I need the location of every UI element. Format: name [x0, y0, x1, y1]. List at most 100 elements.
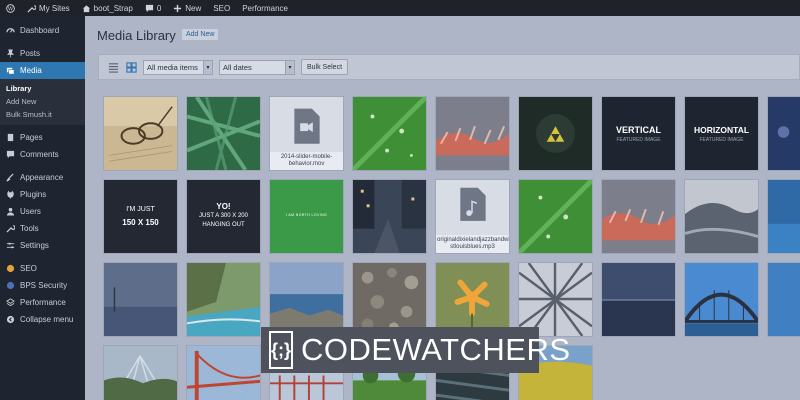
media-tile-golden-gate[interactable]: [186, 345, 261, 400]
sidebar-item-label: Collapse menu: [20, 315, 74, 324]
sidebar-item-label: BPS Security: [20, 281, 68, 290]
media-tile-mov[interactable]: 2014-slider-mobile-behavior.mov: [269, 96, 344, 171]
media-type-filter[interactable]: All media items ▾: [143, 59, 213, 75]
pages-icon: [7, 133, 14, 142]
sidebar-item-dashboard[interactable]: Dashboard: [0, 22, 85, 39]
blue-water-photo: [768, 180, 800, 253]
media-tile-vertical-featured[interactable]: VERTICAL FEATURED IMAGE: [601, 96, 676, 171]
foggy-sea-photo: [104, 263, 177, 336]
seo-menu[interactable]: SEO: [207, 0, 236, 16]
admin-bar: W My Sites boot_Strap 0 New SEO Performa…: [0, 0, 800, 16]
media-tile-harbour-bridge[interactable]: [684, 262, 759, 337]
media-tile-lily[interactable]: [435, 262, 510, 337]
media-tile-mp3[interactable]: originaldixielandjazzbandwithalbernard-s…: [435, 179, 510, 254]
sidebar-item-label: Media: [20, 66, 42, 75]
media-tile-partial-blue[interactable]: [767, 179, 800, 254]
my-sites-label: My Sites: [39, 3, 70, 13]
sidebar-item-label: Appearance: [20, 173, 64, 182]
media-tile-300x200[interactable]: YO! JUST A 300 X 200 HANGING OUT: [186, 179, 261, 254]
sidebar-item-pages[interactable]: Pages: [0, 129, 85, 146]
media-tile-fern[interactable]: [186, 96, 261, 171]
seo-plugin-icon: [6, 264, 15, 273]
home-icon: [82, 4, 90, 12]
add-new-button[interactable]: Add New: [182, 29, 219, 40]
my-sites-menu[interactable]: My Sites: [21, 0, 76, 16]
sidebar-item-label: Dashboard: [20, 26, 60, 35]
harbour-bridge-photo: [685, 263, 758, 336]
media-tile-150x150[interactable]: I'M JUST 150 X 150: [103, 179, 178, 254]
site-name-menu[interactable]: boot_Strap: [76, 0, 139, 16]
list-view-button[interactable]: [107, 61, 119, 73]
just-a-text: JUST A 300 X 200: [199, 213, 248, 219]
date-filter[interactable]: All dates ▾: [219, 59, 295, 75]
media-tile-steel-structure[interactable]: [518, 262, 593, 337]
performance-menu[interactable]: Performance: [236, 0, 294, 16]
media-tile-coral-2[interactable]: [601, 179, 676, 254]
sidebar-item-settings[interactable]: Settings: [0, 237, 85, 254]
sidebar-item-appearance[interactable]: Appearance: [0, 169, 85, 186]
sidebar-item-seo[interactable]: SEO: [0, 260, 85, 277]
sidebar-item-users[interactable]: Users: [0, 203, 85, 220]
file-name: originaldixielandjazzbandwithalbernard-s…: [436, 235, 509, 253]
yo-text: YO!: [216, 202, 231, 211]
media-tile-coral[interactable]: [435, 96, 510, 171]
sidebar-item-label: Pages: [20, 133, 43, 142]
media-tile-rocky-coast[interactable]: [269, 262, 344, 337]
media-tile-dusk-sea[interactable]: [601, 262, 676, 337]
beach-cliff-photo: [187, 263, 260, 336]
media-tile-partial-dark[interactable]: [767, 96, 800, 171]
north-loving-text: I AM NORTH LOVING: [285, 213, 328, 217]
wordpress-logo[interactable]: W: [0, 0, 21, 16]
vertical-title: VERTICAL: [616, 125, 661, 135]
media-tile-leaf-drops[interactable]: [352, 96, 427, 171]
admin-sidebar: Dashboard Posts Media Library Add New Bu…: [0, 16, 85, 400]
shield-icon: [6, 281, 15, 290]
media-tile-forest-sun[interactable]: [103, 345, 178, 400]
forest-photo: [104, 346, 177, 400]
media-tile-pebbles[interactable]: [352, 262, 427, 337]
horizontal-title: HORIZONTAL: [693, 125, 750, 135]
submenu-bulk-smush[interactable]: Bulk Smush.it: [0, 108, 85, 121]
grid-view-button[interactable]: [125, 61, 137, 73]
submenu-library[interactable]: Library: [0, 82, 85, 95]
new-content-menu[interactable]: New: [167, 0, 207, 16]
media-tile-horizontal-featured[interactable]: HORIZONTAL FEATURED IMAGE: [684, 96, 759, 171]
golden-gate-photo: [187, 346, 260, 400]
submenu-add-new[interactable]: Add New: [0, 95, 85, 108]
user-icon: [6, 207, 15, 216]
media-tile-rocks-sea[interactable]: [684, 179, 759, 254]
sidebar-item-bps-security[interactable]: BPS Security: [0, 277, 85, 294]
sidebar-item-label: Performance: [20, 298, 66, 307]
media-tile-green-banner[interactable]: I AM NORTH LOVING: [269, 179, 344, 254]
sidebar-item-performance[interactable]: Performance: [0, 294, 85, 311]
paintbrush-icon: [6, 173, 14, 182]
sidebar-item-tools[interactable]: Tools: [0, 220, 85, 237]
sidebar-item-media[interactable]: Media: [0, 62, 85, 79]
comments-count: 0: [156, 3, 162, 13]
wordpress-icon: W: [6, 3, 15, 13]
bulk-select-button[interactable]: Bulk Select: [301, 59, 349, 75]
pebbles-photo: [353, 263, 426, 336]
horizontal-subtitle: FEATURED IMAGE: [699, 137, 744, 143]
media-tile-city-night[interactable]: [352, 179, 427, 254]
sidebar-item-label: Settings: [20, 241, 49, 250]
media-tile-partial-blue-2[interactable]: [767, 262, 800, 337]
seo-label: SEO: [213, 3, 231, 13]
media-tile-glasses[interactable]: [103, 96, 178, 171]
sidebar-item-plugins[interactable]: Plugins: [0, 186, 85, 203]
wrench-icon: [6, 225, 15, 233]
collapse-menu-button[interactable]: Collapse menu: [0, 311, 85, 328]
sliders-icon: [6, 242, 15, 249]
media-tile-foggy-sea[interactable]: [103, 262, 178, 337]
comments-menu[interactable]: 0: [139, 0, 167, 16]
plug-icon: [7, 190, 14, 199]
media-tile-waterfall-beach[interactable]: [186, 262, 261, 337]
green-leaf-photo: [353, 97, 426, 170]
sidebar-item-comments[interactable]: Comments: [0, 146, 85, 163]
green-leaf-photo: [519, 180, 592, 253]
sidebar-item-posts[interactable]: Posts: [0, 45, 85, 62]
orange-lily-photo: [436, 263, 509, 336]
media-tile-leaf-drops-2[interactable]: [518, 179, 593, 254]
comment-icon: [6, 150, 15, 159]
media-tile-triforce[interactable]: [518, 96, 593, 171]
